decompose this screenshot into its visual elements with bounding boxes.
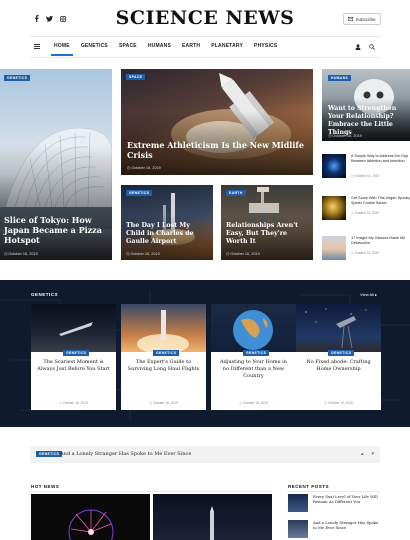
date-text: October 16, 2019 (153, 401, 178, 405)
thumbnail (288, 520, 308, 538)
category-tag[interactable]: GENETICS (4, 75, 31, 81)
featured-card-relationships[interactable]: EARTH Relationships Aren't Easy, But The… (221, 185, 313, 260)
plasma-ball-image (68, 509, 114, 540)
nav-item-home[interactable]: HOME (51, 43, 73, 56)
nav-item-physics[interactable]: PHYSICS (254, 43, 277, 49)
section-title: GENETICS (31, 292, 59, 297)
ticker-headline[interactable]: And a Lonely Stranger Has Spoke to Me Ev… (60, 451, 191, 457)
ticker-controls: ▴ ▾ (361, 451, 374, 457)
card-image (121, 304, 206, 354)
nav-items: HOME GENETICS SPACE HUMANS EARTH PLANETA… (51, 43, 277, 56)
featured-card-tokyo[interactable]: GENETICS Slice of Tokyo: How Japan Becam… (0, 69, 112, 260)
card-title[interactable]: The Expert's Guide to Surviving Long Hau… (127, 359, 200, 373)
date-text: October 16, 2019 (354, 211, 380, 215)
category-tag[interactable]: GENETICS (328, 350, 355, 356)
category-tag[interactable]: GENETICS (153, 350, 180, 356)
date-text: October 16, 2019 (354, 174, 380, 178)
nav-item-earth[interactable]: EARTH (182, 43, 200, 49)
category-tag[interactable]: GENETICS (63, 350, 90, 356)
chevron-down-icon[interactable]: ▾ (371, 451, 374, 457)
card-date: ◷ October 16, 2019 (4, 252, 38, 256)
subscribe-label: Subscribe (355, 16, 376, 22)
genetics-card[interactable]: GENETICS The Expert's Guide to Surviving… (121, 304, 206, 410)
card-title[interactable]: No Fixed abode: Crafting Home Ownership (302, 359, 375, 373)
thumbnail (288, 494, 308, 512)
news-ticker: GENETICS And a Lonely Stranger Has Spoke… (30, 446, 380, 463)
date-text: October 16, 2019 (131, 166, 161, 170)
nav-item-planetary[interactable]: PLANETARY (211, 43, 243, 49)
featured-card-strengthen[interactable]: HUMANS Want to Strengthen Your Relations… (322, 69, 410, 141)
side-item-date: ◷ October 16, 2019 (351, 211, 380, 215)
card-date: ◷ October 16, 2019 (126, 252, 160, 256)
hamburger-menu-icon[interactable] (34, 44, 40, 49)
card-title[interactable]: The Scariest Moment is Always Just Befor… (37, 359, 110, 373)
side-item-title[interactable]: 17 Insight My Glasses Made Me Destructiv… (351, 236, 410, 246)
nav-item-humans[interactable]: HUMANS (148, 43, 171, 49)
mail-icon (348, 17, 354, 21)
category-tag[interactable]: GENETICS (126, 190, 153, 196)
recent-post-title[interactable]: And a Lonely Stranger Has Spoke to Me Ev… (313, 520, 380, 530)
category-tag[interactable]: SPACE (126, 74, 146, 80)
genetics-card[interactable]: GENETICS The Scariest Moment is Always J… (31, 304, 116, 410)
subscribe-button[interactable]: Subscribe (343, 13, 381, 25)
nav-divider-bottom (30, 57, 380, 58)
card-date: ◷ October 16, 2019 (239, 401, 268, 405)
hot-news-title: HOT NEWS (31, 484, 60, 489)
card-image (211, 304, 296, 352)
date-text: October 16, 2019 (243, 401, 268, 405)
view-all-link[interactable]: View All ▸ (360, 292, 377, 297)
genetics-card[interactable]: GENETICS No Fixed abode: Crafting Home O… (296, 304, 381, 410)
side-item-title[interactable]: A Simple Way to Address the Gap Between … (351, 154, 410, 164)
card-title[interactable]: Relationships Aren't Easy, But They're W… (226, 222, 310, 246)
thumbnail (322, 196, 346, 220)
hot-news-divider (30, 491, 272, 492)
date-text: October 16, 2019 (328, 401, 353, 405)
recent-posts-divider (287, 491, 380, 492)
hot-news-card[interactable] (31, 494, 150, 540)
date-text: October 16, 2019 (63, 401, 88, 405)
recent-post-title[interactable]: Every Seat Level of Your Life Will Remai… (313, 494, 380, 504)
card-date: ◷ October 16, 2019 (328, 134, 362, 138)
genetics-card[interactable]: GENETICS Adjusting to Your Home in no Di… (211, 304, 296, 410)
hot-news-card[interactable] (153, 494, 272, 540)
nav-item-genetics[interactable]: GENETICS (81, 43, 108, 49)
card-title[interactable]: Adjusting to Your Home in no Different t… (217, 359, 290, 380)
category-tag[interactable]: HUMANS (328, 75, 352, 81)
card-title[interactable]: Slice of Tokyo: How Japan Became a Pizza… (4, 215, 104, 245)
date-text: October 16, 2019 (8, 252, 38, 256)
rocket-launch-image (210, 506, 214, 540)
featured-card-child-airport[interactable]: GENETICS The Day I Lost My Child in Char… (121, 185, 213, 260)
date-text: October 16, 2019 (130, 252, 160, 256)
card-image (296, 304, 381, 352)
date-text: October 16, 2019 (230, 252, 260, 256)
thumbnail (322, 236, 346, 260)
card-date: ◷ October 16, 2019 (149, 401, 178, 405)
side-item-date: ◷ October 16, 2019 (351, 251, 380, 255)
recent-posts-title: RECENT POSTS (288, 484, 330, 489)
featured-card-athleticism[interactable]: SPACE Extreme Athleticism Is the New Mid… (121, 69, 313, 175)
side-item-title[interactable]: Get Scary With This Vegan Spooky Spider … (351, 196, 410, 206)
card-title[interactable]: The Day I Lost My Child in Charles de Ga… (126, 222, 210, 246)
side-item-date: ◷ October 16, 2019 (351, 174, 380, 178)
main-nav: HOME GENETICS SPACE HUMANS EARTH PLANETA… (30, 37, 380, 57)
card-date: ◷ October 16, 2019 (127, 166, 161, 170)
card-date: ◷ October 16, 2019 (226, 252, 260, 256)
category-tag[interactable]: EARTH (226, 190, 246, 196)
date-text: October 16, 2019 (332, 134, 362, 138)
ticker-tag[interactable]: GENETICS (36, 451, 63, 457)
user-icon[interactable] (355, 44, 361, 50)
chevron-up-icon[interactable]: ▴ (361, 451, 364, 457)
card-image (31, 304, 116, 352)
recent-post-item[interactable]: And a Lonely Stranger Has Spoke to Me Ev… (288, 520, 380, 540)
card-title[interactable]: Extreme Athleticism Is the New Midlife C… (127, 140, 307, 160)
nav-item-space[interactable]: SPACE (119, 43, 137, 49)
category-tag[interactable]: GENETICS (243, 350, 270, 356)
search-icon[interactable] (369, 44, 375, 50)
date-text: October 16, 2019 (354, 251, 380, 255)
thumbnail (322, 154, 346, 178)
card-date: ◷ October 16, 2019 (59, 401, 88, 405)
card-date: ◷ October 16, 2019 (324, 401, 353, 405)
recent-post-item[interactable]: Every Seat Level of Your Life Will Remai… (288, 494, 380, 514)
